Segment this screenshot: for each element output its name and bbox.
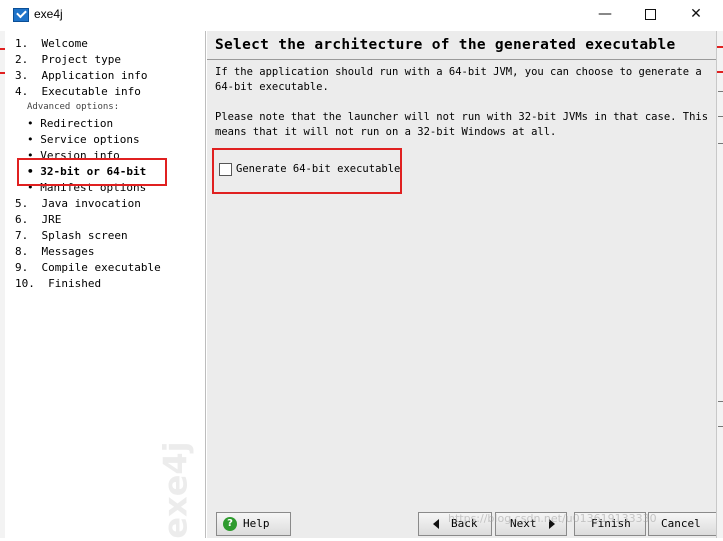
- step-executable-info[interactable]: 4. Executable info: [15, 85, 141, 98]
- close-button[interactable]: ✕: [673, 0, 719, 30]
- cancel-button[interactable]: Cancel: [648, 512, 717, 536]
- step-project-type[interactable]: 2. Project type: [15, 53, 121, 66]
- minimize-button[interactable]: —: [582, 0, 628, 30]
- maximize-icon: [644, 8, 656, 20]
- advanced-options-label: Advanced options:: [27, 102, 120, 112]
- step-application-info[interactable]: 3. Application info: [15, 69, 147, 82]
- maximize-button[interactable]: [627, 0, 673, 30]
- highlight-box-checkbox: [212, 148, 402, 194]
- blog-url-watermark: https://blog.csdn.net/u013619133330: [448, 512, 657, 525]
- background-tick: [718, 143, 723, 144]
- page-title: Select the architecture of the generated…: [215, 37, 676, 53]
- background-red-mark: [717, 71, 723, 73]
- background-tick: [718, 401, 723, 402]
- note-32bit-jvm: Please note that the launcher will not r…: [215, 111, 709, 138]
- step-messages[interactable]: 8. Messages: [15, 245, 94, 258]
- exe4j-app-icon: [13, 8, 29, 22]
- description-64bit: If the application should run with a 64-…: [215, 66, 702, 93]
- sub-step-redirection[interactable]: • Redirection: [27, 117, 113, 130]
- background-tick: [718, 426, 723, 427]
- arrow-left-icon: [433, 519, 439, 529]
- step-welcome[interactable]: 1. Welcome: [15, 37, 88, 50]
- cancel-button-label: Cancel: [661, 517, 701, 530]
- title-divider: [207, 59, 716, 60]
- help-button-label: Help: [243, 517, 270, 530]
- help-button[interactable]: ? Help: [216, 512, 291, 536]
- sub-step-service-options[interactable]: • Service options: [27, 133, 140, 146]
- step-splash-screen[interactable]: 7. Splash screen: [15, 229, 128, 242]
- help-icon: ?: [223, 517, 237, 531]
- step-compile-executable[interactable]: 9. Compile executable: [15, 261, 161, 274]
- background-tick: [718, 116, 723, 117]
- title-bar: exe4j — ✕: [0, 0, 723, 30]
- step-jre[interactable]: 6. JRE: [15, 213, 61, 226]
- content-panel: Select the architecture of the generated…: [207, 31, 716, 509]
- highlight-box-sidebar-step: [17, 158, 167, 186]
- step-java-invocation[interactable]: 5. Java invocation: [15, 197, 141, 210]
- background-window-edge: [716, 31, 723, 538]
- background-tick: [718, 91, 723, 92]
- steps-sidebar: 1. Welcome 2. Project type 3. Applicatio…: [5, 31, 206, 539]
- background-red-mark: [717, 46, 723, 48]
- exe4j-watermark-logo: exe4j: [157, 441, 195, 539]
- window-title: exe4j: [34, 7, 63, 21]
- step-finished[interactable]: 10. Finished: [15, 277, 101, 290]
